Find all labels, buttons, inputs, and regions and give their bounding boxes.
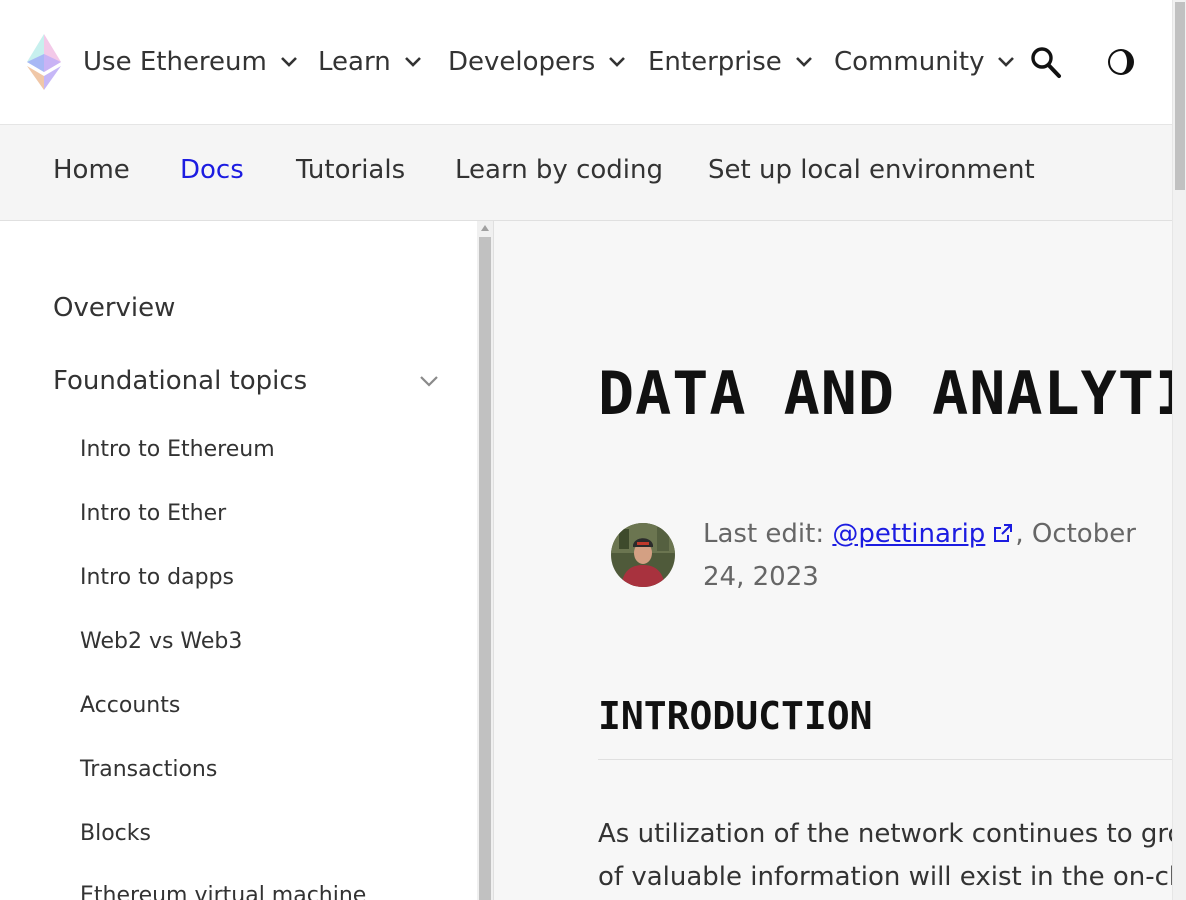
- top-navigation: Use Ethereum Learn Developers Enterprise…: [0, 0, 1172, 125]
- subnav-tutorials[interactable]: Tutorials: [296, 155, 405, 185]
- sidebar-item-intro-to-ether[interactable]: Intro to Ether: [80, 501, 226, 526]
- subnav-docs[interactable]: Docs: [180, 155, 244, 185]
- docs-subnav: Home Docs Tutorials Learn by coding Set …: [0, 125, 1172, 221]
- sidebar-item-intro-to-dapps[interactable]: Intro to dapps: [80, 565, 234, 590]
- author-avatar[interactable]: [611, 523, 675, 587]
- chevron-down-icon: [609, 57, 626, 67]
- chevron-down-icon: [280, 57, 297, 67]
- nav-label: Use Ethereum: [83, 47, 267, 77]
- sidebar-item-web2-vs-web3[interactable]: Web2 vs Web3: [80, 629, 242, 654]
- nav-developers[interactable]: Developers: [448, 44, 627, 80]
- sidebar-scrollbar[interactable]: [477, 221, 494, 900]
- nav-use-ethereum[interactable]: Use Ethereum: [83, 44, 299, 80]
- nav-learn[interactable]: Learn: [318, 44, 423, 80]
- chevron-down-icon[interactable]: [418, 370, 440, 392]
- chevron-down-icon: [998, 57, 1015, 67]
- ethereum-logo-icon[interactable]: [25, 32, 63, 92]
- nav-label: Community: [834, 47, 985, 77]
- last-edit-info: Last edit: @pettinarip, October 24, 2023: [703, 513, 1143, 599]
- subnav-local-environment[interactable]: Set up local environment: [708, 155, 1035, 185]
- nav-enterprise[interactable]: Enterprise: [648, 44, 814, 80]
- page-scrollbar[interactable]: [1172, 0, 1186, 900]
- page-title: DATA AND ANALYTICS: [598, 359, 1172, 429]
- main-content: DATA AND ANALYTICS Last edit: @pettinari…: [494, 221, 1172, 900]
- sidebar-scroll-thumb[interactable]: [479, 237, 491, 900]
- intro-line-1: As utilization of the network continues …: [598, 819, 1172, 849]
- nav-label: Enterprise: [648, 47, 782, 77]
- dark-mode-toggle-icon[interactable]: [1106, 46, 1136, 78]
- subnav-learn-by-coding[interactable]: Learn by coding: [455, 155, 663, 185]
- external-link-icon[interactable]: [991, 521, 1015, 545]
- chevron-down-icon: [404, 57, 421, 67]
- sidebar-item-blocks[interactable]: Blocks: [80, 821, 151, 846]
- docs-sidebar: Overview Foundational topics Intro to Et…: [0, 221, 477, 900]
- page-scroll-thumb[interactable]: [1175, 2, 1185, 190]
- nav-community[interactable]: Community: [834, 44, 1016, 80]
- scroll-up-arrow-icon[interactable]: [481, 225, 489, 231]
- sidebar-item-accounts[interactable]: Accounts: [80, 693, 180, 718]
- chevron-down-icon: [795, 57, 812, 67]
- last-edit-prefix: Last edit:: [703, 519, 833, 549]
- sidebar-item-overview[interactable]: Overview: [53, 293, 175, 323]
- intro-paragraph: As utilization of the network continues …: [598, 813, 1172, 899]
- intro-line-2: of valuable information will exist in th…: [598, 862, 1172, 892]
- sidebar-item-transactions[interactable]: Transactions: [80, 757, 217, 782]
- sidebar-item-evm[interactable]: Ethereum virtual machine: [80, 883, 366, 900]
- heading-divider: [598, 759, 1172, 760]
- sidebar-item-foundational-topics[interactable]: Foundational topics: [53, 366, 307, 396]
- search-icon[interactable]: [1030, 45, 1062, 79]
- section-heading-introduction: INTRODUCTION: [598, 694, 873, 738]
- nav-label: Developers: [448, 47, 596, 77]
- subnav-home[interactable]: Home: [53, 155, 130, 185]
- sidebar-item-intro-to-ethereum[interactable]: Intro to Ethereum: [80, 437, 275, 462]
- nav-label: Learn: [318, 47, 391, 77]
- author-link[interactable]: @pettinarip: [832, 519, 985, 549]
